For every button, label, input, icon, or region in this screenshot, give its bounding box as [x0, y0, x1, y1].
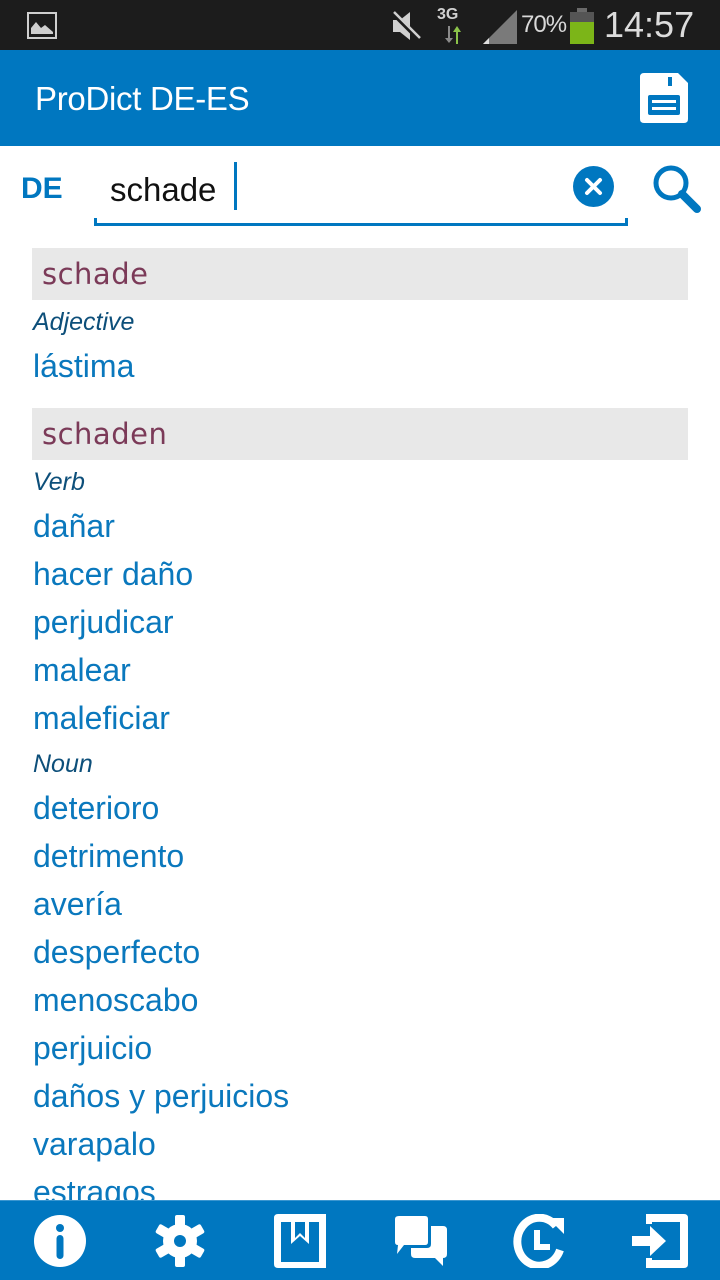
part-of-speech-label: Verb [33, 468, 85, 496]
headword[interactable]: schaden [32, 408, 688, 460]
status-bar: 3G 70% 14:57 [0, 0, 720, 50]
translation-item[interactable]: maleficiar [32, 694, 688, 742]
exit-button[interactable] [630, 1213, 690, 1269]
entry-spacer [32, 390, 688, 408]
translation-item[interactable]: deterioro [32, 784, 688, 832]
battery-icon [570, 8, 594, 44]
chat-bubbles-icon [393, 1214, 447, 1266]
gallery-icon [27, 12, 57, 39]
app-bar: ProDict DE-ES [0, 50, 720, 146]
text-caret [234, 162, 237, 210]
network-type-label: 3G [437, 6, 459, 23]
info-icon [34, 1215, 86, 1267]
translation-item[interactable]: daños y perjuicios [32, 1072, 688, 1120]
history-icon [513, 1214, 564, 1268]
translation-item[interactable]: detrimento [32, 832, 688, 880]
gear-icon [155, 1215, 205, 1267]
search-input[interactable] [110, 168, 560, 212]
clear-circle-icon [585, 178, 602, 195]
translation-item[interactable]: desperfecto [32, 928, 688, 976]
search-underline [94, 223, 628, 226]
search-field[interactable] [94, 158, 628, 226]
battery-percent: 70% [521, 11, 567, 38]
feedback-button[interactable] [390, 1213, 450, 1269]
signal-icon [483, 10, 517, 49]
translation-item[interactable]: perjudicar [32, 598, 688, 646]
data-activity-icon [444, 26, 464, 49]
translation-item[interactable]: avería [32, 880, 688, 928]
mute-icon [390, 10, 422, 47]
info-button[interactable] [30, 1213, 90, 1269]
exit-icon [632, 1214, 688, 1268]
bookmark-book-icon [274, 1214, 326, 1268]
translation-item[interactable]: lástima [32, 342, 688, 390]
history-button[interactable] [510, 1213, 570, 1269]
part-of-speech-label: Adjective [33, 308, 135, 336]
translation-item[interactable]: varapalo [32, 1120, 688, 1168]
search-button[interactable] [651, 163, 703, 215]
bookmarks-button[interactable] [270, 1213, 330, 1269]
source-language-label[interactable]: DE [21, 172, 63, 206]
clock: 14:57 [604, 4, 695, 45]
clear-search-button[interactable] [573, 166, 614, 207]
magnifier-icon [653, 165, 701, 213]
part-of-speech-label: Noun [33, 750, 93, 778]
bottom-toolbar [0, 1200, 720, 1280]
floppy-disk-icon [640, 73, 688, 123]
app-title: ProDict DE-ES [35, 80, 250, 117]
translation-item[interactable]: dañar [32, 502, 688, 550]
translation-item[interactable]: hacer daño [32, 550, 688, 598]
save-button[interactable] [638, 73, 690, 123]
translation-item[interactable]: perjuicio [32, 1024, 688, 1072]
headword[interactable]: schade [32, 248, 688, 300]
results-list: schade Adjective lástima schaden Verb dañar ha… [32, 248, 688, 1216]
translation-item[interactable]: malear [32, 646, 688, 694]
translation-item[interactable]: menoscabo [32, 976, 688, 1024]
settings-button[interactable] [150, 1213, 210, 1269]
